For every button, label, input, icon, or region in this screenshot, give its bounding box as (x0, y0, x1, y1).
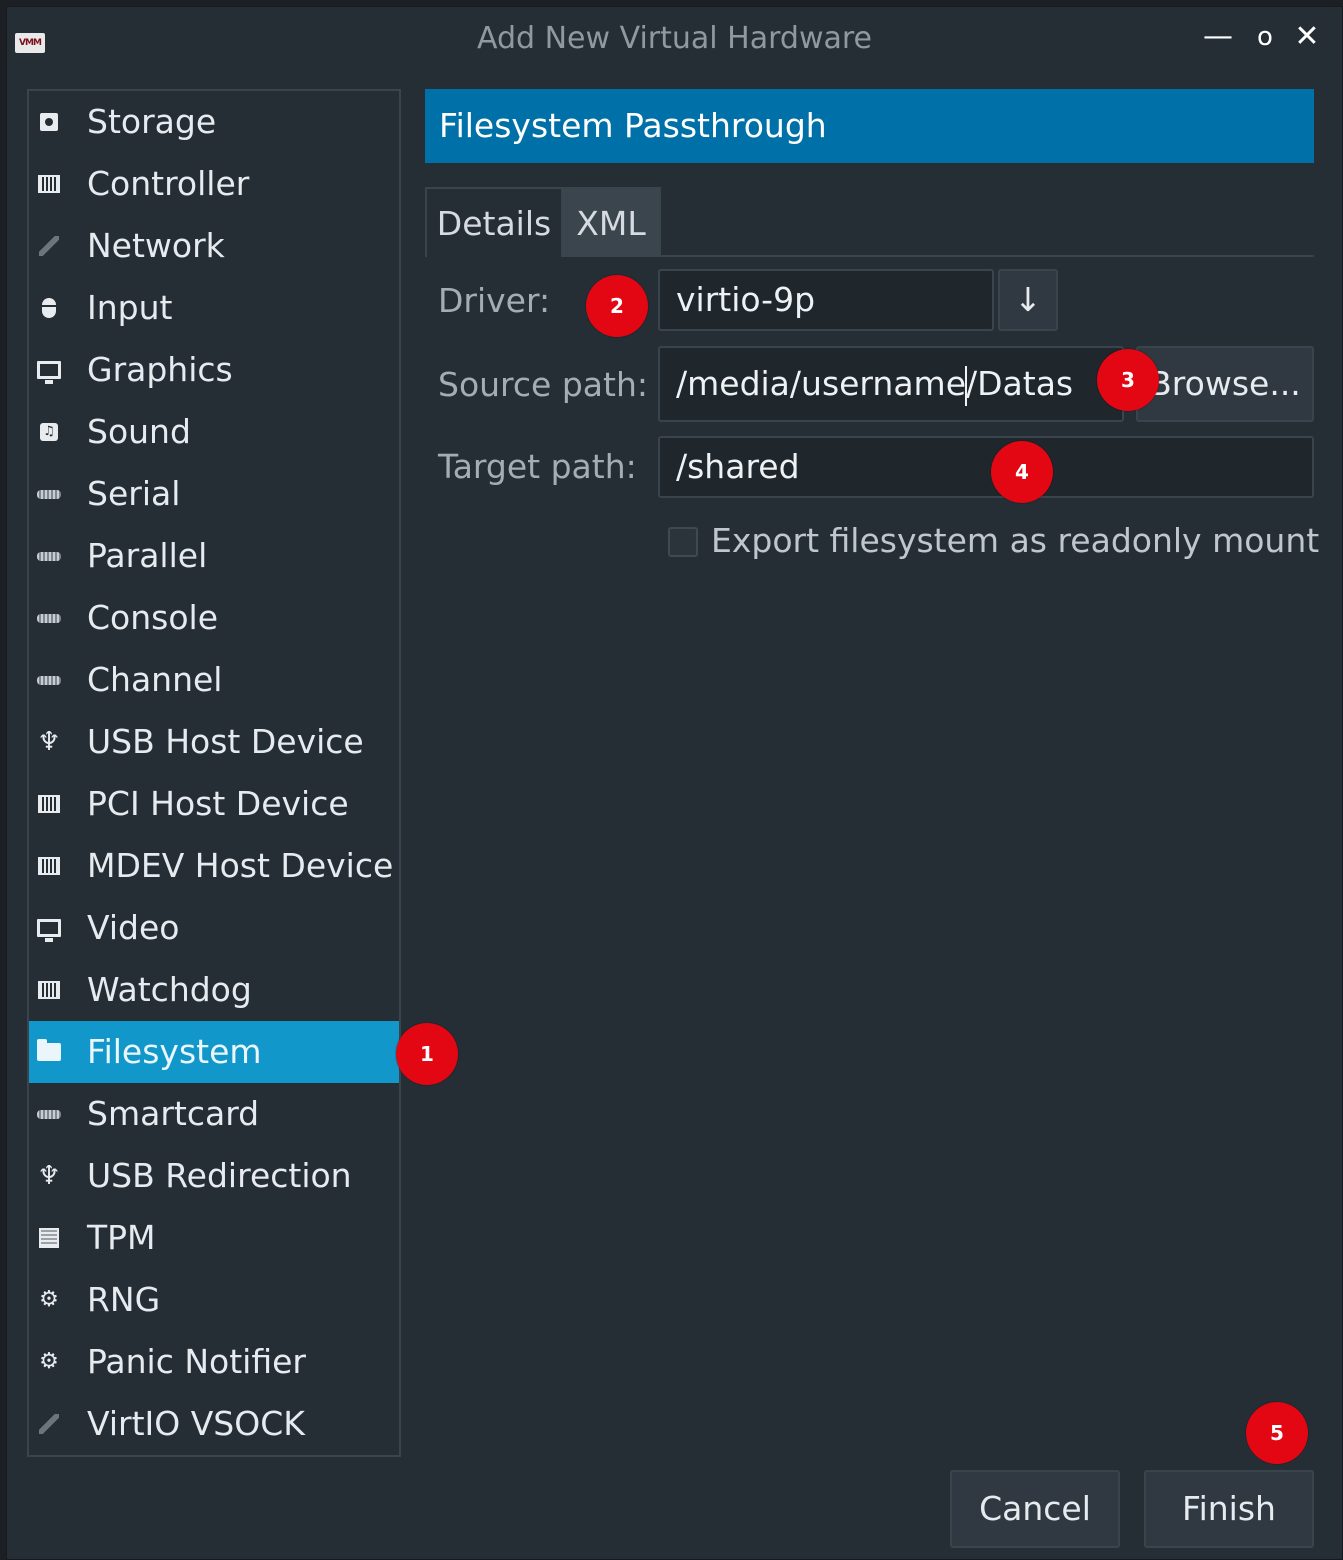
serial-port-icon (37, 463, 61, 525)
sound-icon: ♫ (37, 401, 61, 463)
watchdog-card-icon (37, 959, 61, 1021)
console-port-icon (37, 587, 61, 649)
sidebar-item-watchdog[interactable]: Watchdog (29, 959, 399, 1021)
maximize-button[interactable]: o (1245, 17, 1285, 57)
browse-button[interactable]: Browse... (1136, 346, 1314, 422)
panel-header: Filesystem Passthrough (425, 89, 1314, 163)
sidebar-item-video[interactable]: Video (29, 897, 399, 959)
annotation-badge-2: 2 (586, 275, 648, 337)
arrow-down-icon: ↓ (1014, 280, 1042, 319)
minimize-button[interactable]: — (1198, 17, 1238, 57)
sidebar-item-label: RNG (87, 1280, 161, 1319)
sidebar-item-label: USB Host Device (87, 722, 364, 761)
sidebar-item-label: Graphics (87, 350, 233, 389)
gear-icon: ⚙ (39, 1349, 59, 1374)
sidebar-item-label: Filesystem (87, 1032, 262, 1071)
annotation-badge-3: 3 (1097, 349, 1159, 411)
sidebar-item-label: Input (87, 288, 173, 327)
gear-icon: ⚙ (39, 1287, 59, 1312)
sidebar-item-label: Network (87, 226, 225, 265)
sidebar-item-serial[interactable]: Serial (29, 463, 399, 525)
sidebar-item-usb-redirection[interactable]: ♆ USB Redirection (29, 1145, 399, 1207)
driver-select[interactable]: virtio-9p (658, 269, 994, 331)
sidebar-item-mdev-host-device[interactable]: MDEV Host Device (29, 835, 399, 897)
mdev-card-icon (37, 835, 61, 897)
title-bar[interactable]: VMM Add New Virtual Hardware — o ✕ (7, 7, 1342, 75)
sidebar-item-label: VirtIO VSOCK (87, 1404, 305, 1443)
sidebar-item-label: PCI Host Device (87, 784, 349, 823)
sidebar-item-pci-host-device[interactable]: PCI Host Device (29, 773, 399, 835)
usb-icon: ♆ (37, 727, 61, 757)
sidebar-item-parallel[interactable]: Parallel (29, 525, 399, 587)
dialog-window: VMM Add New Virtual Hardware — o ✕ Stora… (6, 6, 1343, 1560)
annotation-badge-4: 4 (991, 441, 1053, 503)
sidebar-item-label: Controller (87, 164, 250, 203)
sidebar-item-label: MDEV Host Device (87, 846, 394, 885)
source-path-label: Source path: (438, 365, 648, 404)
source-path-input[interactable]: /media/username/Datas (658, 346, 1124, 422)
monitor-icon (37, 339, 61, 401)
sidebar-item-label: TPM (87, 1218, 156, 1257)
sidebar-item-label: Serial (87, 474, 181, 513)
smartcard-port-icon (37, 1083, 61, 1145)
readonly-checkbox-label[interactable]: Export filesystem as readonly mount (711, 521, 1319, 560)
sidebar-item-label: Parallel (87, 536, 208, 575)
sidebar-item-console[interactable]: Console (29, 587, 399, 649)
usb-icon: ♆ (37, 1161, 61, 1191)
source-path-text-before-caret: /media/username (676, 364, 967, 403)
sidebar-item-network[interactable]: Network (29, 215, 399, 277)
window-title: Add New Virtual Hardware (477, 21, 872, 56)
annotation-badge-1: 1 (396, 1023, 458, 1085)
tab-xml[interactable]: XML (563, 187, 661, 257)
hardware-type-list: Storage Controller Network Input Graphic… (27, 89, 401, 1457)
sidebar-item-filesystem[interactable]: Filesystem (29, 1021, 399, 1083)
target-path-label: Target path: (438, 447, 637, 486)
monitor-icon (37, 897, 61, 959)
sidebar-item-virtio-vsock[interactable]: VirtIO VSOCK (29, 1393, 399, 1455)
tab-divider (661, 255, 1314, 257)
chip-icon (37, 1207, 61, 1269)
sidebar-item-label: Storage (87, 102, 217, 141)
sidebar-item-label: Console (87, 598, 219, 637)
sidebar-item-storage[interactable]: Storage (29, 91, 399, 153)
mouse-icon (37, 277, 61, 339)
close-button[interactable]: ✕ (1287, 17, 1327, 57)
sidebar-item-label: Panic Notifier (87, 1342, 306, 1381)
cancel-button[interactable]: Cancel (950, 1470, 1120, 1548)
sidebar-item-label: Video (87, 908, 180, 947)
driver-label: Driver: (438, 281, 551, 320)
readonly-checkbox[interactable] (668, 527, 698, 557)
pci-card-icon (37, 773, 61, 835)
annotation-badge-5: 5 (1246, 1402, 1308, 1464)
folder-icon (37, 1021, 61, 1083)
controller-icon (37, 153, 61, 215)
target-path-input[interactable]: /shared (658, 436, 1314, 498)
tab-details[interactable]: Details (425, 187, 563, 257)
sidebar-item-channel[interactable]: Channel (29, 649, 399, 711)
finish-button[interactable]: Finish (1144, 1470, 1314, 1548)
sidebar-item-input[interactable]: Input (29, 277, 399, 339)
source-path-text-after-caret: /Datas (966, 364, 1074, 403)
sidebar-item-graphics[interactable]: Graphics (29, 339, 399, 401)
sidebar-item-label: Smartcard (87, 1094, 260, 1133)
parallel-port-icon (37, 525, 61, 587)
sidebar-item-usb-host-device[interactable]: ♆ USB Host Device (29, 711, 399, 773)
channel-port-icon (37, 649, 61, 711)
sidebar-item-label: Watchdog (87, 970, 252, 1009)
storage-icon (37, 91, 61, 153)
sidebar-item-panic-notifier[interactable]: ⚙ Panic Notifier (29, 1331, 399, 1393)
sidebar-item-rng[interactable]: ⚙ RNG (29, 1269, 399, 1331)
driver-dropdown-button[interactable]: ↓ (998, 269, 1058, 331)
sidebar-item-label: USB Redirection (87, 1156, 352, 1195)
sidebar-item-smartcard[interactable]: Smartcard (29, 1083, 399, 1145)
network-icon (37, 215, 61, 277)
sidebar-item-tpm[interactable]: TPM (29, 1207, 399, 1269)
sidebar-item-label: Channel (87, 660, 223, 699)
sidebar-item-label: Sound (87, 412, 191, 451)
sidebar-item-sound[interactable]: ♫ Sound (29, 401, 399, 463)
network-icon (37, 1393, 61, 1455)
sidebar-item-controller[interactable]: Controller (29, 153, 399, 215)
